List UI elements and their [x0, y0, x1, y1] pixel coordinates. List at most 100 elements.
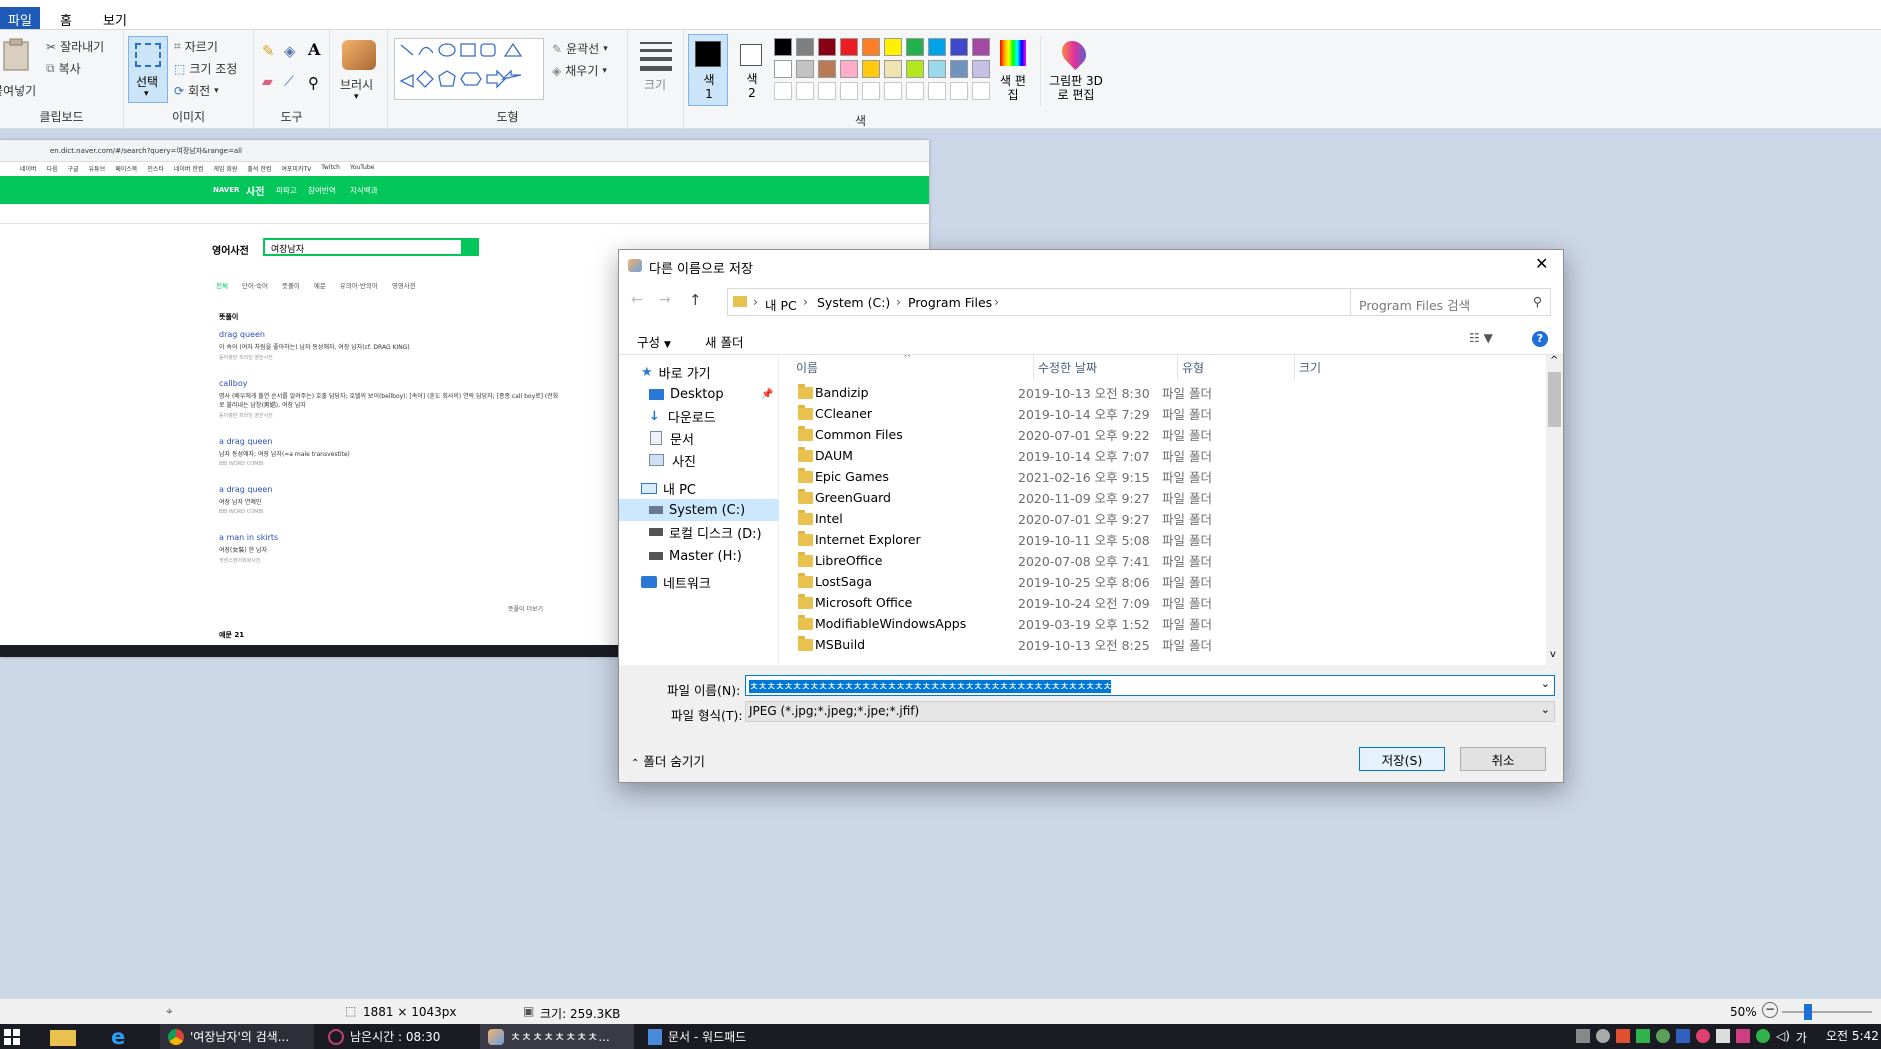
nav-system-c[interactable]: System (C:)	[619, 499, 779, 521]
custom-color-slot[interactable]	[928, 82, 946, 100]
file-row[interactable]: Internet Explorer 2019-10-11 오후 5:08 파일 폴더	[779, 529, 1563, 550]
bookmark-item[interactable]: 게임 회원	[213, 164, 237, 176]
dict-search-button[interactable]	[463, 238, 479, 256]
tray-icon[interactable]	[1696, 1029, 1710, 1043]
color-swatch[interactable]	[840, 38, 858, 56]
outline-dropdown[interactable]: ✎ 윤곽선 ▾	[552, 40, 608, 57]
color-swatch[interactable]	[928, 60, 946, 78]
organize-button[interactable]: 구성 ▼	[637, 332, 671, 351]
custom-color-slot[interactable]	[950, 82, 968, 100]
filename-input[interactable]: ㅊㅊㅊㅊㅊㅊㅊㅊㅊㅊㅊㅊㅊㅊㅊㅊㅊㅊㅊㅊㅊㅊㅊㅊㅊㅊㅊㅊㅊㅊㅊㅊㅊㅊㅊㅊㅊㅊㅊㅊ…	[745, 675, 1555, 696]
file-row[interactable]: CCleaner 2019-10-14 오후 7:29 파일 폴더	[779, 403, 1563, 424]
up-arrow-icon[interactable]: ↑	[689, 291, 702, 309]
color1-button[interactable]: 색 1	[688, 34, 728, 106]
breadcrumb-program-files[interactable]: Program Files	[908, 295, 992, 310]
file-explorer-icon[interactable]	[50, 1030, 76, 1046]
nav-quick-access[interactable]: ★ 바로 가기	[619, 361, 779, 383]
scrollbar[interactable]: ^ v	[1546, 355, 1563, 665]
chevron-down-icon[interactable]: ⌄	[1541, 677, 1550, 690]
tray-icon[interactable]	[1616, 1029, 1630, 1043]
color-swatch[interactable]	[906, 60, 924, 78]
pin-icon[interactable]: 📌	[761, 389, 773, 400]
crop-button[interactable]: ⌗ 자르기	[174, 38, 218, 55]
color-swatch[interactable]	[972, 60, 990, 78]
eraser-icon[interactable]: ▰	[262, 74, 273, 90]
paste-button[interactable]: 붙여넣기	[0, 38, 40, 108]
file-row[interactable]: DAUM 2019-10-14 오후 7:07 파일 폴더	[779, 445, 1563, 466]
taskbar-timer[interactable]: 남은시간 : 08:30	[320, 1024, 474, 1049]
taskbar-wordpad[interactable]: 문서 - 워드패드	[640, 1024, 794, 1049]
color-swatch[interactable]	[884, 38, 902, 56]
file-row[interactable]: Intel 2020-07-01 오후 9:27 파일 폴더	[779, 508, 1563, 529]
color-swatch[interactable]	[906, 38, 924, 56]
ime-indicator[interactable]: 가	[1796, 1029, 1807, 1046]
tab-view[interactable]: 보기	[93, 8, 137, 31]
forward-arrow-icon[interactable]: →	[659, 292, 671, 308]
bookmark-item[interactable]: 네이버	[20, 164, 37, 176]
dict-entry-word[interactable]: drag queen	[219, 330, 559, 339]
column-header-date[interactable]: 수정한 날짜	[1034, 355, 1178, 380]
dict-tab[interactable]: 유의어·반의어	[340, 280, 378, 294]
bookmark-item[interactable]: 인스타	[147, 164, 164, 176]
column-header-type[interactable]: 유형	[1178, 355, 1295, 380]
custom-color-slot[interactable]	[840, 82, 858, 100]
search-field[interactable]: Program Files 검색 ⚲	[1350, 288, 1551, 316]
color-swatch[interactable]	[840, 60, 858, 78]
pencil-icon[interactable]: ✎	[262, 42, 275, 60]
file-row[interactable]: ModifiableWindowsApps 2019-03-19 오후 1:52 파…	[779, 613, 1563, 634]
magnifier-icon[interactable]: ⚲	[308, 74, 319, 92]
zoom-slider-thumb[interactable]	[1804, 1004, 1812, 1020]
custom-color-slot[interactable]	[818, 82, 836, 100]
naver-logo[interactable]: NAVER	[213, 186, 239, 194]
file-row[interactable]: Microsoft Office 2019-10-24 오전 7:09 파일 폴더	[779, 592, 1563, 613]
nav-master-h[interactable]: Master (H:)	[619, 545, 779, 567]
internet-explorer-icon[interactable]: e	[111, 1025, 125, 1049]
tray-icon[interactable]	[1576, 1029, 1590, 1043]
file-row[interactable]: MSBuild 2019-10-13 오전 8:25 파일 폴더	[779, 634, 1563, 655]
custom-color-slot[interactable]	[884, 82, 902, 100]
tray-icon[interactable]	[1636, 1029, 1650, 1043]
file-row[interactable]: GreenGuard 2020-11-09 오후 9:27 파일 폴더	[779, 487, 1563, 508]
color-swatch[interactable]	[950, 38, 968, 56]
translate-link[interactable]: 참여번역	[308, 185, 336, 196]
cancel-button[interactable]: 취소	[1460, 747, 1546, 771]
color2-button[interactable]: 색 2	[732, 34, 772, 106]
taskbar-paint[interactable]: ㅊㅊㅊㅊㅊㅊㅊㅊ...	[480, 1024, 634, 1049]
file-row[interactable]: LibreOffice 2020-07-08 오후 7:41 파일 폴더	[779, 550, 1563, 571]
select-button[interactable]: 선택 ▾	[128, 36, 168, 103]
cut-button[interactable]: ✂ 잘라내기	[46, 38, 104, 55]
bookmark-item[interactable]: 출석 한컴	[247, 164, 271, 176]
color-swatch[interactable]	[818, 60, 836, 78]
custom-color-slot[interactable]	[906, 82, 924, 100]
file-row[interactable]: Bandizip 2019-10-13 오전 8:30 파일 폴더	[779, 382, 1563, 403]
nav-documents[interactable]: 문서	[619, 427, 779, 449]
paint3d-button[interactable]: 그림판 3D로 편집	[1040, 36, 1103, 106]
bookmark-item[interactable]: Twitch	[321, 164, 340, 176]
dict-tab[interactable]: 예문	[314, 280, 326, 294]
dict-tab[interactable]: 단어·숙어	[242, 280, 268, 294]
column-header-name[interactable]: 이름 ^	[779, 355, 1034, 380]
close-icon[interactable]: ✕	[1535, 254, 1548, 273]
color-swatch[interactable]	[818, 38, 836, 56]
volume-icon[interactable]: ◁)	[1776, 1029, 1790, 1046]
color-swatch[interactable]	[884, 60, 902, 78]
clock[interactable]: 오전 5:42	[1826, 1027, 1879, 1044]
help-icon[interactable]: ?	[1532, 331, 1548, 347]
encyclopedia-link[interactable]: 지식백과	[350, 185, 378, 196]
tray-icon[interactable]	[1596, 1029, 1610, 1043]
size-button[interactable]: 크기	[628, 30, 684, 129]
shapes-gallery[interactable]	[394, 38, 544, 100]
scroll-down-icon[interactable]: v	[1550, 649, 1556, 660]
custom-color-slot[interactable]	[796, 82, 814, 100]
fill-dropdown[interactable]: ◈ 채우기 ▾	[552, 62, 607, 79]
nav-desktop[interactable]: Desktop 📌	[619, 383, 779, 405]
zoom-slider[interactable]	[1782, 1004, 1872, 1020]
custom-color-slot[interactable]	[774, 82, 792, 100]
tray-icon[interactable]	[1716, 1029, 1730, 1043]
dict-tab[interactable]: 전체	[216, 280, 228, 294]
nav-network[interactable]: 네트워크	[619, 571, 779, 593]
custom-color-slot[interactable]	[862, 82, 880, 100]
back-arrow-icon[interactable]: ←	[631, 292, 643, 308]
dict-nav-title[interactable]: 사전	[246, 183, 264, 198]
hide-folders-toggle[interactable]: ⌃ 폴더 숨기기	[631, 751, 705, 770]
